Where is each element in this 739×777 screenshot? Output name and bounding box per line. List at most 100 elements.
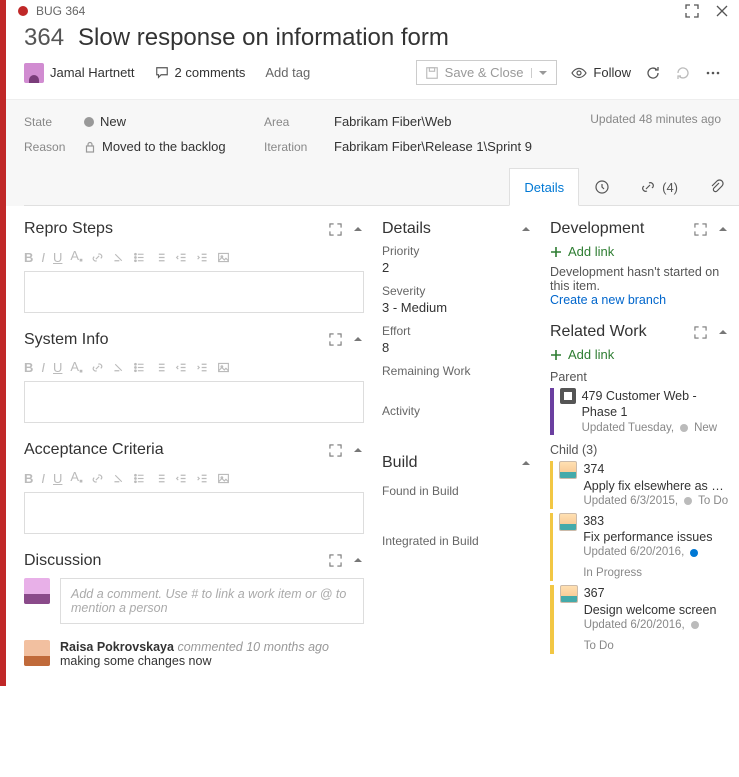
child-work-item[interactable]: 383 Fix performance issuesUpdated 6/20/2… [550,513,729,581]
work-item-type-color [550,513,553,581]
child-work-item[interactable]: 367 Design welcome screenUpdated 6/20/20… [550,585,729,653]
priority-field[interactable]: 2 [382,260,532,276]
collapse-chevron-icon[interactable] [352,554,364,567]
expand-icon[interactable] [329,223,342,236]
system-info-editor[interactable] [24,381,364,423]
parent-work-item[interactable]: 479 Customer Web - Phase 1 Updated Tuesd… [550,388,729,435]
comments-link[interactable]: 2 comments [155,65,246,80]
clear-format-icon[interactable] [112,472,125,485]
acceptance-editor[interactable] [24,492,364,534]
collapse-chevron-icon[interactable] [352,333,364,346]
tab-history[interactable] [579,168,625,205]
outdent-icon[interactable] [175,472,188,485]
work-item-title[interactable]: Slow response on information form [78,24,449,52]
font-color-icon[interactable]: A▪ [70,469,83,488]
dev-empty-message: Development hasn't started on this item. [550,265,729,293]
save-icon [425,66,439,80]
reason-field[interactable]: Moved to the backlog [84,139,264,154]
numbered-list-icon[interactable] [154,251,167,264]
assigned-to[interactable]: Jamal Hartnett [24,63,135,83]
italic-icon[interactable]: I [41,471,45,486]
collapse-chevron-icon[interactable] [717,223,729,236]
parent-updated: Updated Tuesday, [582,421,675,436]
italic-icon[interactable]: I [41,250,45,265]
link-tool-icon[interactable] [91,361,104,374]
acceptance-toolbar[interactable]: B I U A▪ [24,465,364,492]
tab-links[interactable]: (4) [625,168,693,205]
collapse-chevron-icon[interactable] [352,223,364,236]
numbered-list-icon[interactable] [154,472,167,485]
child-work-item[interactable]: 374 Apply fix elsewhere as n…Updated 6/3… [550,461,729,508]
save-and-close-button: Save & Close [416,60,558,85]
bulleted-list-icon[interactable] [133,251,146,264]
bulleted-list-icon[interactable] [133,361,146,374]
collapse-chevron-icon[interactable] [520,223,532,235]
tab-attachments[interactable] [693,168,739,205]
outdent-icon[interactable] [175,361,188,374]
assignee-avatar-icon [559,513,577,531]
font-color-icon[interactable]: A▪ [70,359,83,378]
clear-format-icon[interactable] [112,361,125,374]
iteration-field[interactable]: Fabrikam Fiber\Release 1\Sprint 9 [334,139,739,154]
tab-details[interactable]: Details [509,168,579,206]
outdent-icon[interactable] [175,251,188,264]
integrated-in-build-field[interactable] [382,550,532,566]
add-tag-button[interactable]: Add tag [265,65,310,80]
clear-format-icon[interactable] [112,251,125,264]
underline-icon[interactable]: U [53,471,62,486]
underline-icon[interactable]: U [53,250,62,265]
image-tool-icon[interactable] [217,472,230,485]
repro-steps-toolbar[interactable]: B I U A▪ [24,244,364,271]
bold-icon[interactable]: B [24,471,33,486]
follow-button[interactable]: Follow [571,65,631,81]
severity-field[interactable]: 3 - Medium [382,300,532,316]
indent-icon[interactable] [196,251,209,264]
underline-icon[interactable]: U [53,360,62,375]
found-in-build-field[interactable] [382,500,532,516]
repro-steps-label: Repro Steps [24,220,113,238]
collapse-chevron-icon[interactable] [717,326,729,339]
bold-icon[interactable]: B [24,250,33,265]
create-branch-link[interactable]: Create a new branch [550,293,729,307]
related-add-link-label: Add link [568,347,614,362]
font-color-icon[interactable]: A▪ [70,248,83,267]
dev-add-link-button[interactable]: Add link [550,244,729,259]
more-actions-button[interactable] [705,65,721,81]
bulleted-list-icon[interactable] [133,472,146,485]
child-title: Design welcome screen [584,602,717,618]
collapse-chevron-icon[interactable] [520,457,532,469]
effort-field[interactable]: 8 [382,340,532,356]
link-tool-icon[interactable] [91,251,104,264]
comment-input[interactable]: Add a comment. Use # to link a work item… [60,578,364,624]
remaining-work-field[interactable] [382,380,532,396]
fullscreen-icon[interactable] [685,4,699,18]
expand-icon[interactable] [694,326,707,339]
expand-icon[interactable] [694,223,707,236]
meta-block: Updated 48 minutes ago State New Area Fa… [6,99,739,206]
repro-steps-editor[interactable] [24,271,364,313]
image-tool-icon[interactable] [217,361,230,374]
indent-icon[interactable] [196,361,209,374]
bold-icon[interactable]: B [24,360,33,375]
development-panel-label: Development [550,220,644,238]
related-add-link-button[interactable]: Add link [550,347,729,362]
expand-icon[interactable] [329,554,342,567]
image-tool-icon[interactable] [217,251,230,264]
collapse-chevron-icon[interactable] [352,444,364,457]
state-field[interactable]: New [84,114,264,129]
system-info-toolbar[interactable]: B I U A▪ [24,355,364,382]
expand-icon[interactable] [329,444,342,457]
effort-label: Effort [382,324,532,338]
state-dot-icon [84,117,94,127]
numbered-list-icon[interactable] [154,361,167,374]
link-icon [640,179,656,195]
italic-icon[interactable]: I [41,360,45,375]
expand-icon[interactable] [329,333,342,346]
save-split-chevron[interactable] [531,68,548,78]
activity-field[interactable] [382,420,532,436]
link-tool-icon[interactable] [91,472,104,485]
indent-icon[interactable] [196,472,209,485]
refresh-button[interactable] [645,65,661,81]
close-icon[interactable] [715,4,729,18]
undo-button[interactable] [675,65,691,81]
